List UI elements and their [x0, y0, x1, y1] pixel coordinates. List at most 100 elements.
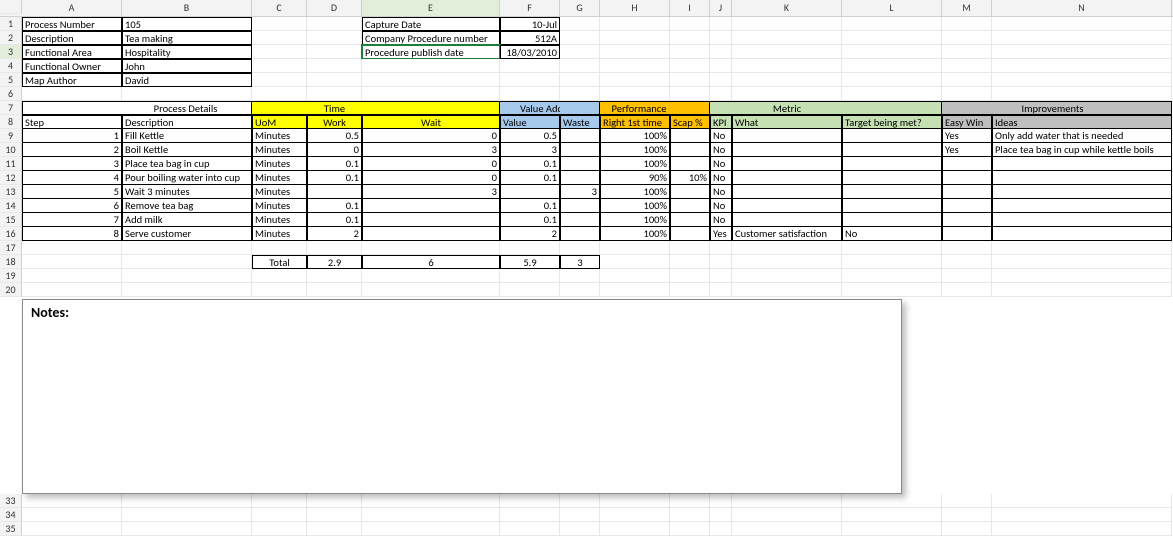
cell-E12[interactable]: 0 — [362, 171, 500, 185]
cell-N9[interactable]: Only add water that is needed — [992, 129, 1172, 143]
cell-M10[interactable]: Yes — [942, 143, 992, 157]
cell-I8[interactable]: Scap % — [670, 115, 710, 129]
cell-C14[interactable]: Minutes — [252, 199, 307, 213]
cell-B3[interactable]: Hospitality — [122, 45, 252, 59]
cell-E7[interactable] — [362, 101, 500, 115]
cell-K8[interactable]: What — [732, 115, 842, 129]
cell-G15[interactable] — [560, 213, 600, 227]
cell-D5[interactable] — [307, 73, 362, 87]
cell-I10[interactable] — [670, 143, 710, 157]
cell-F2[interactable]: 512A — [500, 31, 560, 45]
cell-M19[interactable] — [942, 269, 992, 283]
cell-N35[interactable] — [992, 522, 1172, 536]
cell-A3[interactable]: Functional Area — [22, 45, 122, 59]
cell-N7[interactable]: Improvements — [992, 101, 1172, 115]
cell-J19[interactable] — [710, 269, 732, 283]
cell-M34[interactable] — [942, 508, 992, 522]
cell-E33[interactable] — [362, 494, 500, 508]
cell-L33[interactable] — [842, 494, 942, 508]
cell-F20[interactable] — [500, 283, 560, 297]
cell-M11[interactable] — [942, 157, 992, 171]
cell-C33[interactable] — [252, 494, 307, 508]
cell-A35[interactable] — [22, 522, 122, 536]
col-header-B[interactable]: B — [122, 0, 252, 16]
row-header-16[interactable]: 16 — [0, 227, 22, 241]
cell-L2[interactable] — [842, 31, 942, 45]
cell-J2[interactable] — [710, 31, 732, 45]
cell-L18[interactable] — [842, 255, 942, 269]
cell-C12[interactable]: Minutes — [252, 171, 307, 185]
cell-J11[interactable]: No — [710, 157, 732, 171]
cell-E4[interactable] — [362, 59, 500, 73]
cell-G3[interactable] — [560, 45, 600, 59]
cell-B12[interactable]: Pour boiling water into cup — [122, 171, 252, 185]
cell-J34[interactable] — [710, 508, 732, 522]
cell-C34[interactable] — [252, 508, 307, 522]
cell-B15[interactable]: Add milk — [122, 213, 252, 227]
cell-H33[interactable] — [600, 494, 670, 508]
cell-C9[interactable]: Minutes — [252, 129, 307, 143]
cell-I17[interactable] — [670, 241, 710, 255]
cell-I34[interactable] — [670, 508, 710, 522]
cell-E9[interactable]: 0 — [362, 129, 500, 143]
cell-A7[interactable] — [22, 101, 122, 115]
cell-K11[interactable] — [732, 157, 842, 171]
cell-H1[interactable] — [600, 17, 670, 31]
row-header-20[interactable]: 20 — [0, 283, 22, 297]
cell-M17[interactable] — [942, 241, 992, 255]
cell-H17[interactable] — [600, 241, 670, 255]
cell-C10[interactable]: Minutes — [252, 143, 307, 157]
cell-D12[interactable]: 0.1 — [307, 171, 362, 185]
cell-M8[interactable]: Easy Win — [942, 115, 992, 129]
cell-A11[interactable]: 3 — [22, 157, 122, 171]
cell-K13[interactable] — [732, 185, 842, 199]
cell-K12[interactable] — [732, 171, 842, 185]
row-header-12[interactable]: 12 — [0, 171, 22, 185]
cell-N3[interactable] — [992, 45, 1172, 59]
cell-N5[interactable] — [992, 73, 1172, 87]
cell-A16[interactable]: 8 — [22, 227, 122, 241]
cell-F4[interactable] — [500, 59, 560, 73]
cell-A33[interactable] — [22, 494, 122, 508]
cell-F6[interactable] — [500, 87, 560, 101]
cell-A9[interactable]: 1 — [22, 129, 122, 143]
cell-C7[interactable] — [252, 101, 307, 115]
row-header-11[interactable]: 11 — [0, 157, 22, 171]
cell-C11[interactable]: Minutes — [252, 157, 307, 171]
cell-J35[interactable] — [710, 522, 732, 536]
cell-J18[interactable] — [710, 255, 732, 269]
cell-I11[interactable] — [670, 157, 710, 171]
cell-H7[interactable]: Performance — [600, 101, 670, 115]
cell-G20[interactable] — [560, 283, 600, 297]
cell-A17[interactable] — [22, 241, 122, 255]
cell-H9[interactable]: 100% — [600, 129, 670, 143]
cell-J3[interactable] — [710, 45, 732, 59]
cell-I9[interactable] — [670, 129, 710, 143]
cell-G1[interactable] — [560, 17, 600, 31]
row-header-5[interactable]: 5 — [0, 73, 22, 87]
notes-box[interactable]: Notes: — [22, 299, 902, 494]
cell-M12[interactable] — [942, 171, 992, 185]
cell-K19[interactable] — [732, 269, 842, 283]
cell-K33[interactable] — [732, 494, 842, 508]
cell-D17[interactable] — [307, 241, 362, 255]
cell-D7[interactable]: Time — [307, 101, 362, 115]
cell-H13[interactable]: 100% — [600, 185, 670, 199]
col-header-C[interactable]: C — [252, 0, 307, 16]
cell-K14[interactable] — [732, 199, 842, 213]
cell-M14[interactable] — [942, 199, 992, 213]
cell-B35[interactable] — [122, 522, 252, 536]
col-header-M[interactable]: M — [942, 0, 992, 16]
cell-N18[interactable] — [992, 255, 1172, 269]
cell-H12[interactable]: 90% — [600, 171, 670, 185]
cell-B20[interactable] — [122, 283, 252, 297]
cell-I35[interactable] — [670, 522, 710, 536]
cell-I33[interactable] — [670, 494, 710, 508]
cell-H14[interactable]: 100% — [600, 199, 670, 213]
cell-G9[interactable] — [560, 129, 600, 143]
row-header-2[interactable]: 2 — [0, 31, 22, 45]
cell-L9[interactable] — [842, 129, 942, 143]
cell-M18[interactable] — [942, 255, 992, 269]
row-header-35[interactable]: 35 — [0, 522, 22, 536]
cell-F16[interactable]: 2 — [500, 227, 560, 241]
